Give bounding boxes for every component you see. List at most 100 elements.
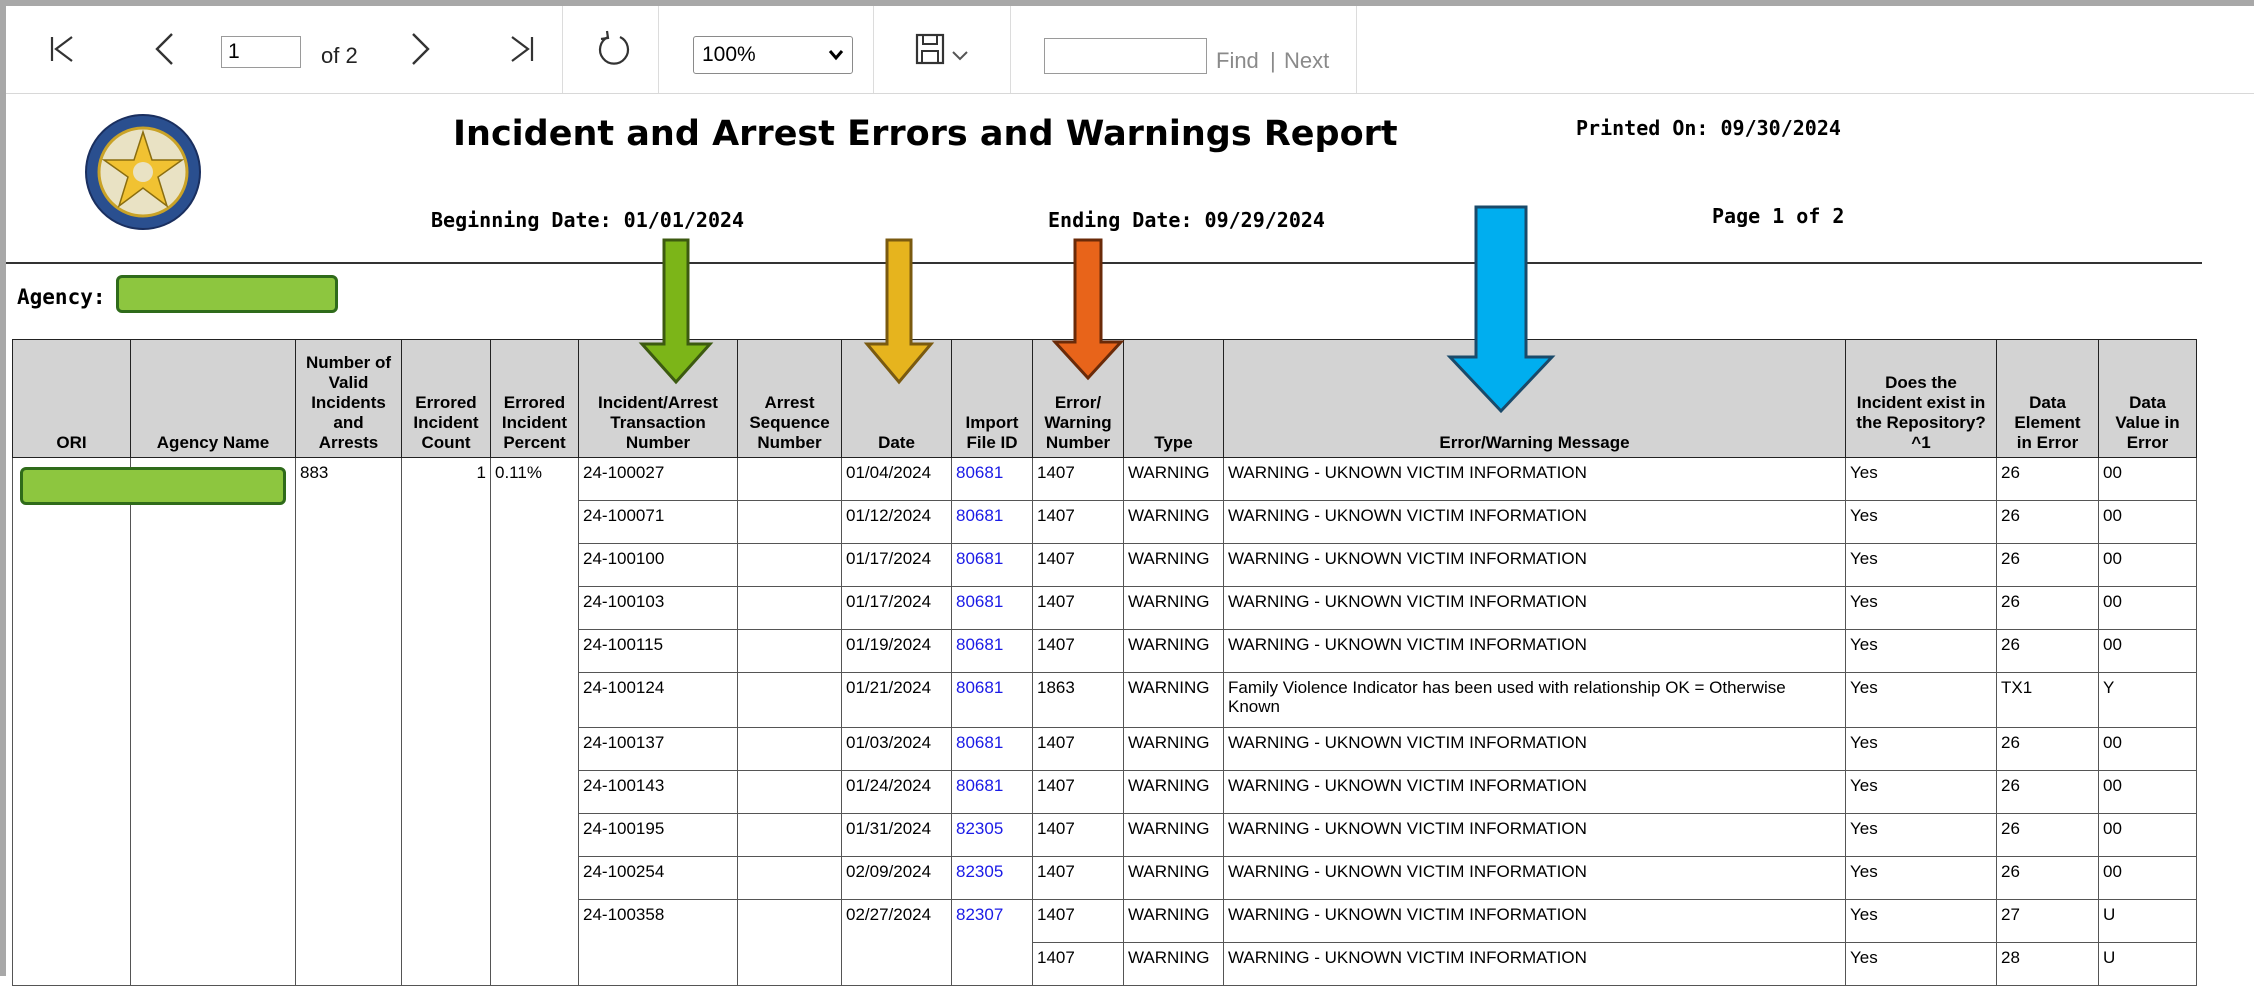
import-file-cell: 80681: [951, 770, 1033, 814]
type-cell: WARNING: [1123, 672, 1224, 728]
data-element-cell: 26: [1996, 543, 2099, 587]
import-file-link[interactable]: 80681: [956, 463, 1003, 482]
date-cell: 02/27/2024: [841, 899, 952, 986]
find-link[interactable]: Find: [1216, 48, 1259, 74]
type-cell: WARNING: [1123, 942, 1224, 986]
zoom-select[interactable]: 100%: [693, 36, 853, 74]
page-count-text: of 2: [321, 43, 358, 68]
message-cell: WARNING - UKNOWN VICTIM INFORMATION: [1223, 457, 1846, 501]
col-valid-incidents: Number of Valid Incidents and Arrests: [295, 339, 402, 458]
import-file-cell: 82305: [951, 813, 1033, 857]
transaction-number-cell: 24-100254: [578, 856, 738, 900]
type-cell: WARNING: [1123, 500, 1224, 544]
in-repository-cell: Yes: [1845, 813, 1997, 857]
table-row: 883 1 0.11% 24-100027 01/04/2024 80681 1407 WAR…: [12, 457, 2197, 986]
date-cell: 01/17/2024: [841, 543, 952, 587]
errors-table: ORI Agency Name Number of Valid Incidents a…: [12, 339, 2197, 986]
import-file-link[interactable]: 82305: [956, 819, 1003, 838]
data-element-cell: 26: [1996, 856, 2099, 900]
import-file-cell: 82307: [951, 899, 1033, 986]
data-element-cell: 26: [1996, 457, 2099, 501]
arrest-sequence-cell: [737, 856, 842, 900]
import-file-link[interactable]: 80681: [956, 635, 1003, 654]
next-link[interactable]: Next: [1284, 48, 1329, 74]
import-file-cell: 80681: [951, 672, 1033, 728]
error-number-cell: 1407: [1032, 942, 1124, 986]
next-page-icon[interactable]: [399, 26, 443, 72]
import-file-link[interactable]: 80681: [956, 592, 1003, 611]
transaction-number-cell: 24-100103: [578, 586, 738, 630]
col-data-value: Data Value in Error: [2098, 339, 2197, 458]
refresh-icon[interactable]: [592, 26, 636, 72]
in-repository-cell: Yes: [1845, 856, 1997, 900]
data-value-cell: U: [2098, 899, 2197, 943]
chevron-down-icon: [952, 51, 968, 61]
error-number-cell: 1407: [1032, 770, 1124, 814]
toolbar-separator: [1010, 6, 1011, 93]
ending-date: Ending Date: 09/29/2024: [1048, 208, 1325, 232]
save-icon[interactable]: [912, 26, 972, 72]
message-cell: WARNING - UKNOWN VICTIM INFORMATION: [1223, 942, 1846, 986]
message-cell: WARNING - UKNOWN VICTIM INFORMATION: [1223, 629, 1846, 673]
arrest-sequence-cell: [737, 672, 842, 728]
errored-percent-cell: 0.11%: [490, 457, 579, 986]
green-arrow: [638, 238, 714, 385]
toolbar-separator: [658, 6, 659, 93]
data-element-cell: 26: [1996, 813, 2099, 857]
page-number-input[interactable]: [221, 36, 301, 68]
valid-count-cell: 883: [295, 457, 402, 986]
type-cell: WARNING: [1123, 899, 1224, 943]
agency-redaction: [116, 275, 338, 313]
transaction-number-cell: 24-100115: [578, 629, 738, 673]
find-separator: |: [1270, 48, 1276, 73]
texas-dps-seal-logo: [84, 112, 202, 232]
in-repository-cell: Yes: [1845, 543, 1997, 587]
import-file-link[interactable]: 80681: [956, 506, 1003, 525]
import-file-link[interactable]: 80681: [956, 776, 1003, 795]
message-cell: WARNING - UKNOWN VICTIM INFORMATION: [1223, 727, 1846, 771]
page-info: Page 1 of 2: [1712, 204, 1845, 228]
message-cell: WARNING - UKNOWN VICTIM INFORMATION: [1223, 500, 1846, 544]
import-file-link[interactable]: 82307: [956, 905, 1003, 924]
import-file-link[interactable]: 80681: [956, 678, 1003, 697]
data-value-cell: 00: [2098, 629, 2197, 673]
agency-label: Agency:: [17, 285, 106, 309]
date-cell: 01/31/2024: [841, 813, 952, 857]
import-file-cell: 80681: [951, 727, 1033, 771]
toolbar-separator: [1356, 6, 1357, 93]
blue-arrow: [1446, 205, 1556, 414]
data-value-cell: 00: [2098, 727, 2197, 771]
first-page-icon[interactable]: [40, 26, 84, 72]
transaction-number-cell: 24-100124: [578, 672, 738, 728]
error-number-cell: 1863: [1032, 672, 1124, 728]
orange-arrow: [1051, 238, 1125, 381]
report-title: Incident and Arrest Errors and Warnings …: [453, 114, 1398, 154]
find-input[interactable]: [1044, 38, 1207, 74]
transaction-number-cell: 24-100137: [578, 727, 738, 771]
message-cell: WARNING - UKNOWN VICTIM INFORMATION: [1223, 586, 1846, 630]
type-cell: WARNING: [1123, 457, 1224, 501]
data-element-cell: TX1: [1996, 672, 2099, 728]
data-value-cell: 00: [2098, 770, 2197, 814]
ori-redaction: [20, 467, 286, 505]
import-file-link[interactable]: 82305: [956, 862, 1003, 881]
in-repository-cell: Yes: [1845, 586, 1997, 630]
import-file-cell: 80681: [951, 543, 1033, 587]
arrest-sequence-cell: [737, 543, 842, 587]
col-in-repository: Does the Incident exist in the Repository?…: [1845, 339, 1997, 458]
data-value-cell: 00: [2098, 856, 2197, 900]
last-page-icon[interactable]: [500, 26, 544, 72]
type-cell: WARNING: [1123, 856, 1224, 900]
import-file-link[interactable]: 80681: [956, 733, 1003, 752]
import-file-link[interactable]: 80681: [956, 549, 1003, 568]
previous-page-icon[interactable]: [142, 26, 186, 72]
arrest-sequence-cell: [737, 457, 842, 501]
error-number-cell: 1407: [1032, 543, 1124, 587]
data-element-cell: 26: [1996, 770, 2099, 814]
date-cell: 01/19/2024: [841, 629, 952, 673]
in-repository-cell: Yes: [1845, 770, 1997, 814]
col-errored-percent: Errored Incident Percent: [490, 339, 579, 458]
zoom-value: 100%: [702, 43, 756, 66]
agency-name-cell: [130, 457, 296, 986]
data-element-cell: 28: [1996, 942, 2099, 986]
